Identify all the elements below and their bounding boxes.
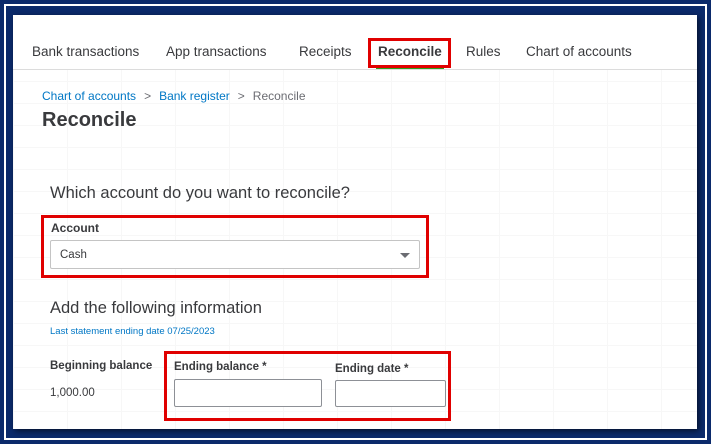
last-statement-date: Last statement ending date 07/25/2023: [50, 326, 215, 337]
beginning-balance-label: Beginning balance: [50, 360, 153, 372]
breadcrumb-separator: >: [144, 89, 152, 103]
tab-bar: Bank transactions App transactions Recei…: [13, 15, 697, 70]
breadcrumb-chart-of-accounts[interactable]: Chart of accounts: [42, 89, 136, 103]
page-title: Reconcile: [42, 109, 137, 131]
tab-app-transactions[interactable]: App transactions: [166, 44, 267, 59]
info-heading: Add the following information: [50, 299, 262, 317]
reconcile-panel: Bank transactions App transactions Recei…: [13, 15, 697, 429]
tab-rules[interactable]: Rules: [466, 44, 501, 59]
breadcrumb-bank-register[interactable]: Bank register: [159, 89, 230, 103]
ending-fields-highlight: [164, 351, 451, 421]
breadcrumb: Chart of accounts > Bank register > Reco…: [42, 89, 306, 103]
tab-receipts[interactable]: Receipts: [299, 44, 352, 59]
tab-bank-transactions[interactable]: Bank transactions: [32, 44, 139, 59]
beginning-balance-value: 1,000.00: [50, 387, 95, 399]
reconcile-tab-highlight: [368, 38, 451, 68]
tab-chart-of-accounts[interactable]: Chart of accounts: [526, 44, 632, 59]
breadcrumb-separator: >: [237, 89, 245, 103]
account-question: Which account do you want to reconcile?: [50, 184, 350, 202]
breadcrumb-current: Reconcile: [252, 89, 306, 103]
account-highlight: [41, 215, 429, 278]
